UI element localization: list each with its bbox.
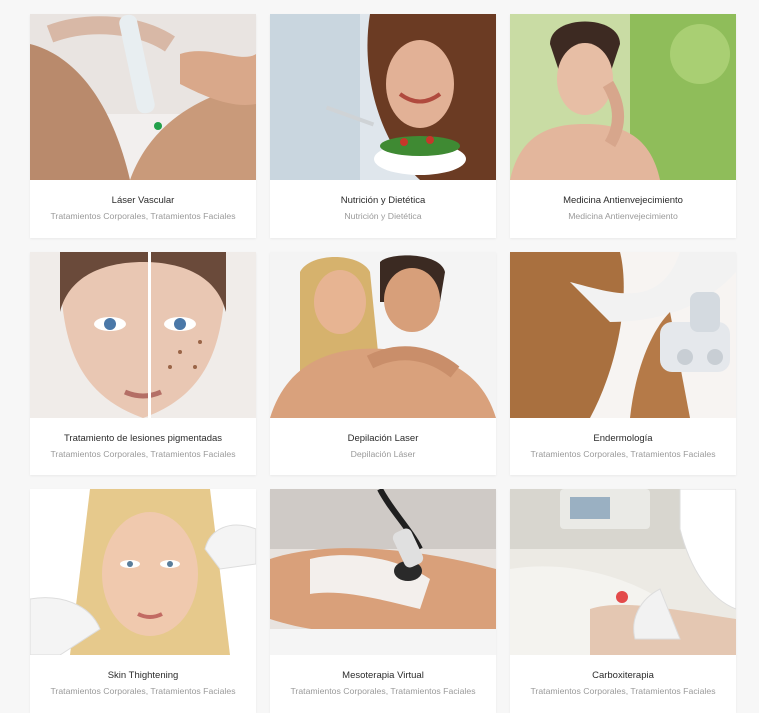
portfolio-title[interactable]: Depilación Laser xyxy=(270,432,496,446)
laser-hair-removal-image[interactable] xyxy=(270,252,496,418)
virtual-mesotherapy-image[interactable] xyxy=(270,489,496,655)
skin-tightening-image[interactable] xyxy=(30,489,256,655)
portfolio-categories: Tratamientos Corporales, Tratamientos Fa… xyxy=(290,686,476,696)
portfolio-categories: Tratamientos Corporales, Tratamientos Fa… xyxy=(530,449,716,459)
portfolio-title[interactable]: Carboxiterapia xyxy=(510,669,736,683)
laser-vascular-image[interactable] xyxy=(30,14,256,180)
portfolio-card-endermologia: Endermología Tratamientos Corporales, Tr… xyxy=(510,252,736,475)
portfolio-categories: Tratamientos Corporales, Tratamientos Fa… xyxy=(50,686,236,696)
portfolio-title[interactable]: Mesoterapia Virtual xyxy=(270,669,496,683)
carboxytherapy-image[interactable] xyxy=(510,489,736,655)
portfolio-categories: Tratamientos Corporales, Tratamientos Fa… xyxy=(530,686,716,696)
portfolio-title[interactable]: Nutrición y Dietética xyxy=(270,194,496,208)
portfolio-title[interactable]: Tratamiento de lesiones pigmentadas xyxy=(30,432,256,446)
portfolio-card-carboxiterapia: Carboxiterapia Tratamientos Corporales, … xyxy=(510,489,736,713)
portfolio-card-antienvejecimiento: Medicina Antienvejecimiento Medicina Ant… xyxy=(510,14,736,238)
portfolio-title[interactable]: Láser Vascular xyxy=(30,194,256,208)
portfolio-card-mesoterapia-virtual: Mesoterapia Virtual Tratamientos Corpora… xyxy=(270,489,496,713)
portfolio-categories: Depilación Láser xyxy=(350,449,416,459)
portfolio-card-laser-vascular: Láser Vascular Tratamientos Corporales, … xyxy=(30,14,256,238)
portfolio-categories: Nutrición y Dietética xyxy=(344,211,422,221)
nutrition-image[interactable] xyxy=(270,14,496,180)
portfolio-title[interactable]: Endermología xyxy=(510,432,736,446)
portfolio-card-nutricion: Nutrición y Dietética Nutrición y Dietét… xyxy=(270,14,496,238)
portfolio-card-depilacion-laser: Depilación Laser Depilación Láser xyxy=(270,252,496,475)
endermology-image[interactable] xyxy=(510,252,736,418)
portfolio-categories: Tratamientos Corporales, Tratamientos Fa… xyxy=(50,211,236,221)
portfolio-grid: Láser Vascular Tratamientos Corporales, … xyxy=(0,0,759,713)
portfolio-card-skin-thightening: Skin Thightening Tratamientos Corporales… xyxy=(30,489,256,713)
pigmented-lesions-image[interactable] xyxy=(30,252,256,418)
portfolio-categories: Tratamientos Corporales, Tratamientos Fa… xyxy=(50,449,236,459)
portfolio-categories: Medicina Antienvejecimiento xyxy=(568,211,678,221)
portfolio-title[interactable]: Medicina Antienvejecimiento xyxy=(510,194,736,208)
portfolio-card-lesiones-pigmentadas: Tratamiento de lesiones pigmentadas Trat… xyxy=(30,252,256,475)
portfolio-title[interactable]: Skin Thightening xyxy=(30,669,256,683)
anti-aging-image[interactable] xyxy=(510,14,736,180)
